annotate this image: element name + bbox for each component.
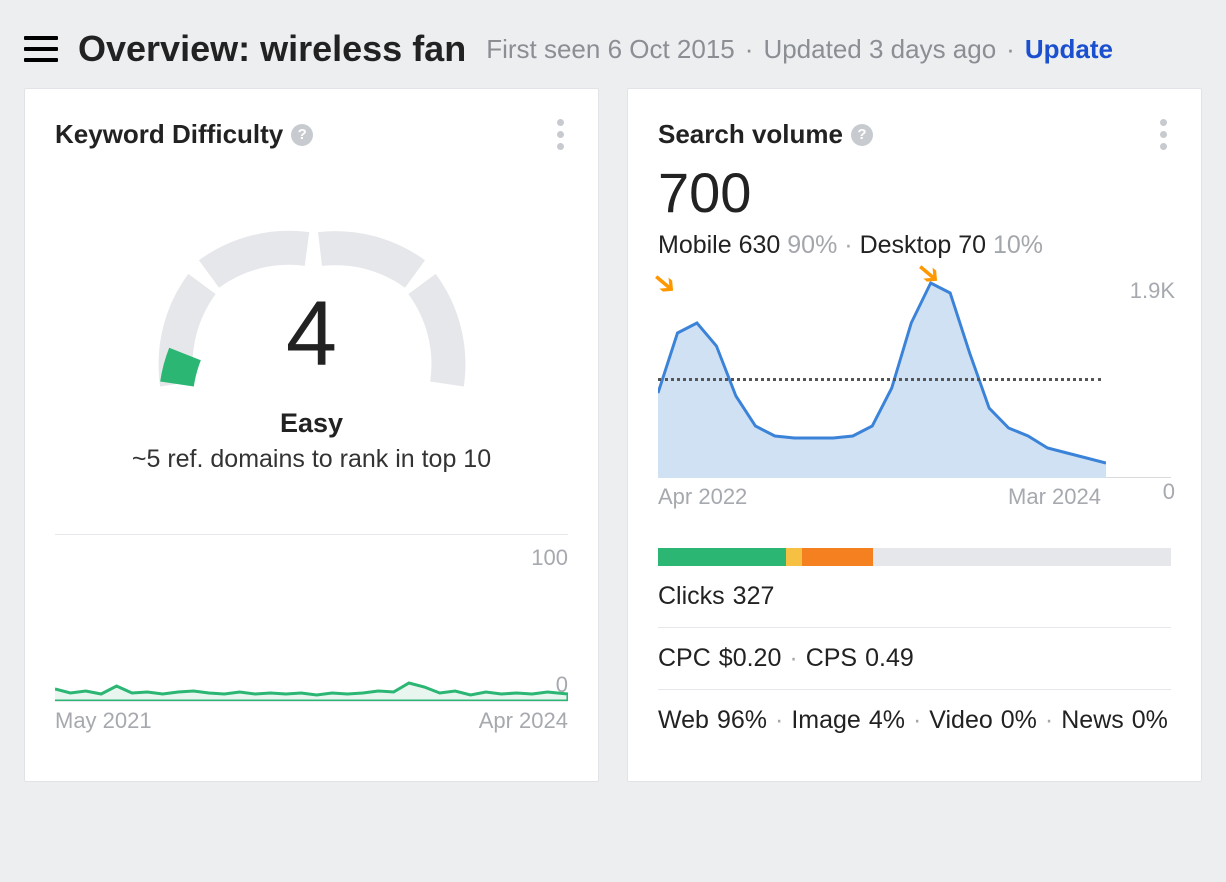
kd-trend-chart: 100 May 2021 Apr 2024 0 <box>55 534 568 734</box>
desktop-value: 70 <box>958 231 986 259</box>
help-icon[interactable]: ? <box>291 124 313 146</box>
video-label: Video <box>929 706 993 735</box>
sv-x-axis: Apr 2022 Mar 2024 <box>658 478 1171 510</box>
kd-score: 4 <box>137 282 487 387</box>
card-title: Search volume <box>658 119 843 150</box>
device-breakdown: Mobile 630 90% · Desktop 70 10% <box>658 231 1171 260</box>
kd-gauge: 4 Easy ~5 ref. domains to rank in top 10 <box>55 184 568 474</box>
topbar: Overview: wireless fan First seen 6 Oct … <box>0 0 1226 88</box>
last-updated: Updated 3 days ago <box>763 34 996 65</box>
clicks-distribution-bar <box>658 548 1171 566</box>
desktop-label: Desktop <box>860 231 952 259</box>
clicks-row: Clicks 327 <box>658 566 1171 628</box>
kd-y-max: 100 <box>55 535 568 571</box>
cpc-cps-row: CPC $0.20 · CPS 0.49 <box>658 628 1171 690</box>
clicks-value: 327 <box>733 582 775 611</box>
cps-label: CPS <box>806 644 857 673</box>
first-seen: First seen 6 Oct 2015 <box>486 34 735 65</box>
page-title: Overview: wireless fan <box>78 28 466 70</box>
kd-x-end: Apr 2024 <box>479 708 568 734</box>
help-icon[interactable]: ? <box>851 124 873 146</box>
image-pct: 4% <box>869 706 905 735</box>
sv-y-max: 1.9K <box>1130 278 1175 304</box>
web-pct: 96% <box>717 706 767 735</box>
update-button[interactable]: Update <box>1025 34 1113 65</box>
card-title: Keyword Difficulty <box>55 119 283 150</box>
mobile-pct: 90% <box>787 231 837 259</box>
image-label: Image <box>791 706 860 735</box>
separator-dot: · <box>789 644 797 673</box>
desktop-pct: 10% <box>993 231 1043 259</box>
kd-label: Easy <box>280 408 343 439</box>
news-label: News <box>1061 706 1124 735</box>
cards-row: Keyword Difficulty ? 4 Easy ~5 ref. do <box>0 88 1226 806</box>
kebab-menu-icon[interactable] <box>553 115 568 154</box>
search-volume-value: 700 <box>658 160 1171 225</box>
separator-dot: · <box>1045 706 1053 735</box>
reference-line <box>658 378 1101 381</box>
source-breakdown-row: Web 96% · Image 4% · Video 0% · News 0% <box>658 690 1171 751</box>
sv-x-end: Mar 2024 <box>1008 484 1101 510</box>
card-header: Keyword Difficulty ? <box>55 115 568 154</box>
card-header: Search volume ? <box>658 115 1171 154</box>
page-meta: First seen 6 Oct 2015 · Updated 3 days a… <box>486 34 1113 65</box>
mobile-label: Mobile <box>658 231 732 259</box>
kd-y-min: 0 <box>556 672 568 698</box>
mobile-value: 630 <box>739 231 781 259</box>
sv-y-min: 0 <box>1163 479 1175 505</box>
keyword-difficulty-card: Keyword Difficulty ? 4 Easy ~5 ref. do <box>24 88 599 782</box>
menu-icon[interactable] <box>24 36 58 62</box>
kd-description: ~5 ref. domains to rank in top 10 <box>132 445 491 474</box>
cpc-value: $0.20 <box>719 644 782 673</box>
separator-dot: · <box>745 34 754 65</box>
separator-dot: · <box>1006 34 1015 65</box>
kebab-menu-icon[interactable] <box>1156 115 1171 154</box>
separator-dot: · <box>844 231 859 259</box>
video-pct: 0% <box>1001 706 1037 735</box>
clicks-label: Clicks <box>658 582 725 611</box>
web-label: Web <box>658 706 709 735</box>
search-volume-card: Search volume ? 700 Mobile 630 90% · Des… <box>627 88 1202 782</box>
separator-dot: · <box>913 706 921 735</box>
search-volume-chart: ➔ ➔ 1.9K 0 <box>658 278 1171 478</box>
cpc-label: CPC <box>658 644 711 673</box>
sv-x-start: Apr 2022 <box>658 484 747 510</box>
separator-dot: · <box>775 706 783 735</box>
news-pct: 0% <box>1132 706 1168 735</box>
cps-value: 0.49 <box>865 644 914 673</box>
kd-x-start: May 2021 <box>55 708 152 734</box>
